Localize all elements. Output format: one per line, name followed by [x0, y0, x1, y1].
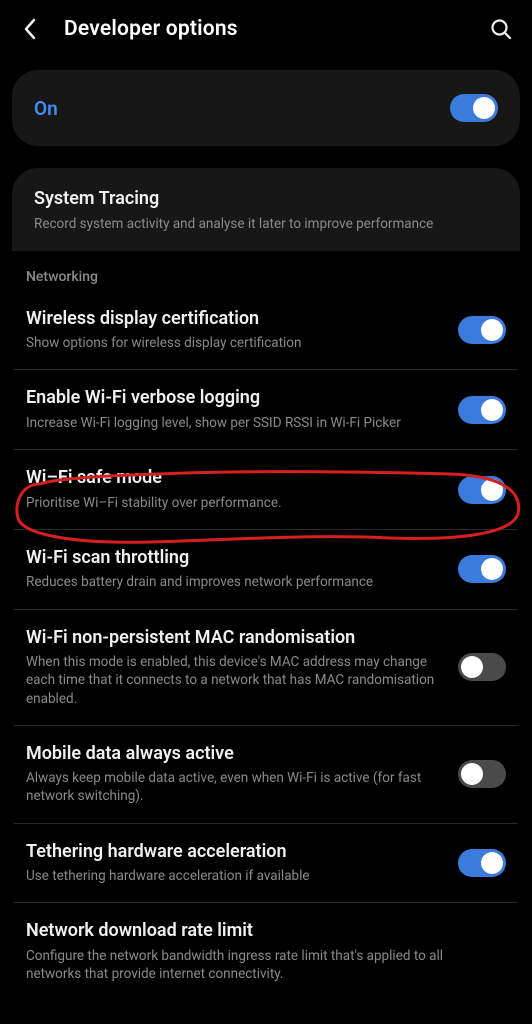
row-sub: Reduces battery drain and improves netwo…	[26, 573, 448, 591]
row-wifi-safe-mode[interactable]: Wi–Fi safe mode Prioritise Wi–Fi stabili…	[14, 449, 518, 529]
row-network-download-rate-limit[interactable]: Network download rate limit Configure th…	[14, 902, 518, 1000]
system-tracing-title: System Tracing	[34, 188, 498, 211]
row-sub: Prioritise Wi–Fi stability over performa…	[26, 494, 448, 512]
row-title: Tethering hardware acceleration	[26, 841, 448, 864]
toggle-switch[interactable]	[458, 760, 506, 788]
toggle-switch[interactable]	[458, 555, 506, 583]
toggle-switch[interactable]	[458, 653, 506, 681]
row-sub: Always keep mobile data active, even whe…	[26, 769, 448, 805]
toggle-switch[interactable]	[458, 396, 506, 424]
master-toggle-card[interactable]: On	[12, 70, 520, 146]
row-title: Mobile data always active	[26, 743, 448, 766]
page-title: Developer options	[64, 17, 488, 41]
toggle-switch[interactable]	[458, 849, 506, 877]
toggle-switch[interactable]	[458, 316, 506, 344]
app-header: Developer options	[0, 0, 532, 58]
system-tracing-sub: Record system activity and analyse it la…	[34, 215, 498, 233]
row-sub: Show options for wireless display certif…	[26, 334, 448, 352]
networking-list: Wireless display certification Show opti…	[0, 291, 532, 1001]
row-title: Wi-Fi scan throttling	[26, 547, 448, 570]
row-title: Network download rate limit	[26, 920, 496, 943]
section-networking-label: Networking	[0, 251, 532, 291]
row-wifi-scan-throttling[interactable]: Wi-Fi scan throttling Reduces battery dr…	[14, 529, 518, 609]
back-icon[interactable]	[18, 17, 42, 41]
master-toggle-label: On	[34, 97, 450, 120]
system-tracing-row[interactable]: System Tracing Record system activity an…	[12, 168, 520, 251]
master-toggle-switch[interactable]	[450, 94, 498, 122]
row-sub: When this mode is enabled, this device's…	[26, 653, 448, 708]
row-title: Wi–Fi safe mode	[26, 467, 448, 490]
row-tethering-hw-accel[interactable]: Tethering hardware acceleration Use teth…	[14, 823, 518, 903]
toggle-switch[interactable]	[458, 476, 506, 504]
search-icon[interactable]	[488, 16, 514, 42]
row-sub: Configure the network bandwidth ingress …	[26, 947, 496, 983]
row-wireless-display-cert[interactable]: Wireless display certification Show opti…	[14, 291, 518, 370]
row-title: Wi-Fi non-persistent MAC randomisation	[26, 627, 448, 650]
row-mobile-data-always-active[interactable]: Mobile data always active Always keep mo…	[14, 725, 518, 823]
row-sub: Use tethering hardware acceleration if a…	[26, 867, 448, 885]
row-title: Wireless display certification	[26, 308, 448, 331]
row-title: Enable Wi-Fi verbose logging	[26, 387, 448, 410]
row-wifi-verbose-logging[interactable]: Enable Wi-Fi verbose logging Increase Wi…	[14, 369, 518, 449]
row-sub: Increase Wi-Fi logging level, show per S…	[26, 414, 448, 432]
row-wifi-mac-randomisation[interactable]: Wi-Fi non-persistent MAC randomisation W…	[14, 609, 518, 725]
